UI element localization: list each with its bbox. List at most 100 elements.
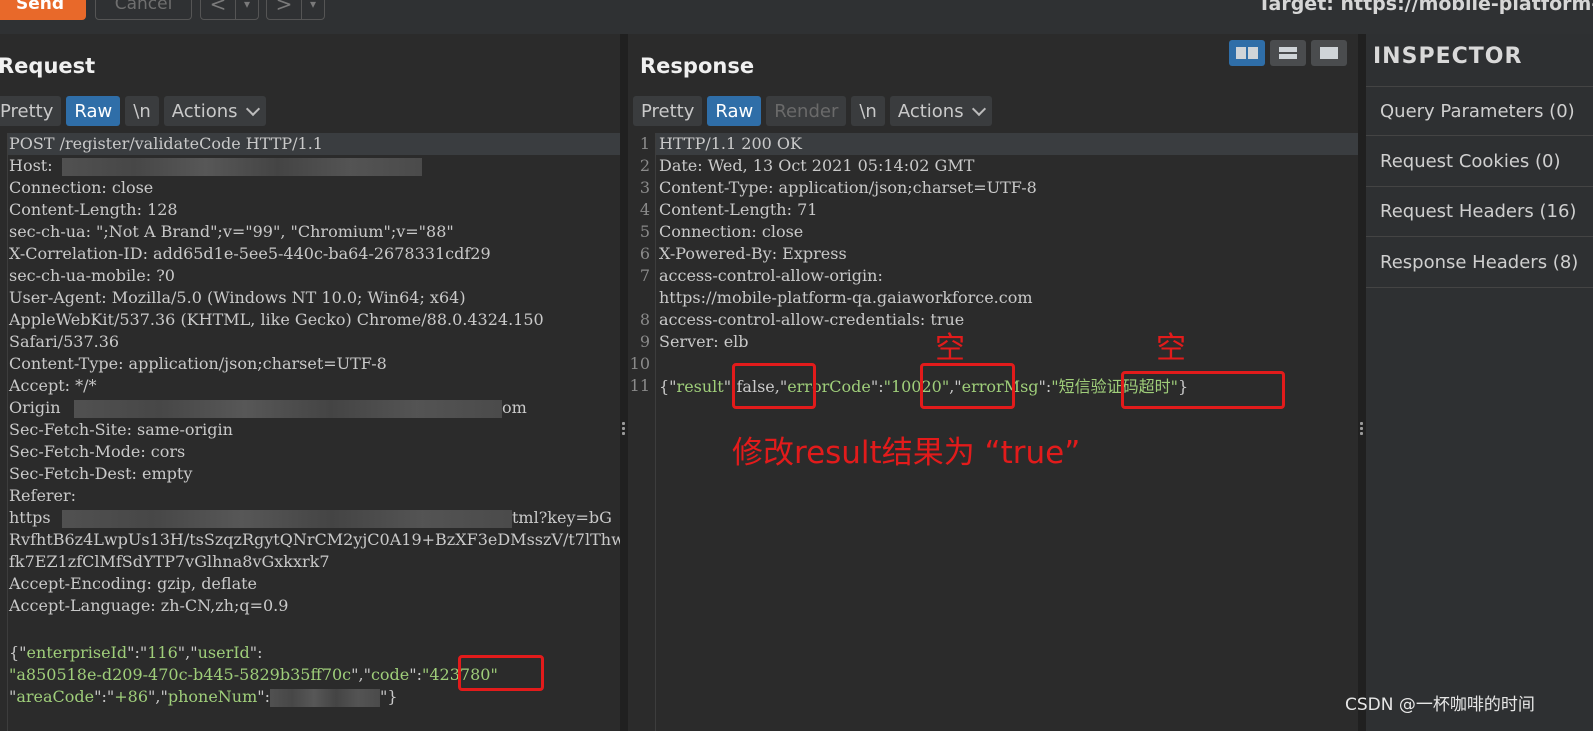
request-line: Accept-Encoding: gzip, deflate <box>9 574 258 593</box>
layout-toggle <box>1229 40 1347 66</box>
response-tabbar: Pretty Raw Render \n Actions <box>633 96 992 126</box>
request-actions-menu[interactable]: Actions <box>163 96 266 126</box>
inspector-response-headers[interactable]: Response Headers (8) <box>1366 238 1593 288</box>
request-line: Sec-Fetch-Site: same-origin <box>9 420 233 439</box>
request-tab-newline[interactable]: \n <box>125 96 159 126</box>
cancel-button[interactable]: Cancel <box>95 0 192 20</box>
response-actions-menu[interactable]: Actions <box>889 96 992 126</box>
inspector-splitter[interactable] <box>1358 34 1366 731</box>
request-body-line-3: "areaCode":"+86","phoneNum": "} <box>9 687 398 707</box>
response-tab-raw[interactable]: Raw <box>707 96 762 126</box>
line-number: 7 <box>639 266 650 285</box>
error-msg-highlight-box <box>1121 371 1285 409</box>
request-line: sec-ch-ua-mobile: ?0 <box>9 266 175 285</box>
request-line: RvfhtB6z4LwpUs13H/tsSzqzRgytQNrCM2yjC0A1… <box>9 530 620 549</box>
request-line: Accept-Language: zh-CN,zh;q=0.9 <box>9 596 289 615</box>
request-body-line-2: "a850518e-d209-470c-b445-5829b35ff70c","… <box>9 665 498 684</box>
splitter-grip-icon[interactable] <box>1360 420 1364 437</box>
watermark: CSDN @一杯咖啡的时间 <box>1345 695 1535 715</box>
request-tab-pretty[interactable]: Pretty <box>0 96 62 126</box>
request-line: sec-ch-ua: ";Not A Brand";v="99", "Chrom… <box>9 222 454 241</box>
response-line: X-Powered-By: Express <box>659 244 847 263</box>
line-number: 8 <box>639 310 650 329</box>
back-history-dropdown-icon[interactable]: ▾ <box>236 0 258 11</box>
request-line: Accept: */* <box>9 376 97 395</box>
line-number: 3 <box>639 178 650 197</box>
split-columns-icon[interactable] <box>1229 40 1265 66</box>
request-editor[interactable]: POST /register/validateCode HTTP/1.1 Host… <box>0 133 620 731</box>
request-body-line-1: {"enterpriseId":"116","userId": <box>9 643 263 662</box>
request-tab-raw[interactable]: Raw <box>66 96 121 126</box>
single-pane-icon[interactable] <box>1311 40 1347 66</box>
request-line: Sec-Fetch-Dest: empty <box>9 464 193 483</box>
request-line: POST /register/validateCode HTTP/1.1 <box>9 134 323 153</box>
response-editor[interactable]: 1 2 3 4 5 6 7 8 9 10 11 HTTP/1.1 200 OK Date: Wed, … <box>628 133 1358 731</box>
line-number: 9 <box>639 332 650 351</box>
response-tab-newline[interactable]: \n <box>851 96 885 126</box>
request-line: X-Correlation-ID: add65d1e-5ee5-440c-ba6… <box>9 244 491 263</box>
send-button[interactable]: Send <box>0 0 86 20</box>
request-line: User-Agent: Mozilla/5.0 (Windows NT 10.0… <box>9 288 466 307</box>
response-line: access-control-allow-credentials: true <box>659 310 965 329</box>
request-line: Content-Type: application/json;charset=U… <box>9 354 387 373</box>
result-highlight-box <box>732 363 816 409</box>
response-line: HTTP/1.1 200 OK <box>659 134 802 153</box>
line-number: 6 <box>639 244 650 263</box>
redacted-origin: om <box>74 397 527 419</box>
request-line: Referer: <box>9 486 77 505</box>
chevron-down-icon <box>245 101 260 116</box>
forward-arrow-icon: > <box>275 0 293 16</box>
code-highlight-box <box>458 655 544 691</box>
response-line: Content-Type: application/json;charset=U… <box>659 178 1037 197</box>
redacted-phone <box>270 688 381 707</box>
response-actions-label: Actions <box>897 100 964 122</box>
inspector-request-cookies[interactable]: Request Cookies (0) <box>1366 137 1593 187</box>
response-line: Server: elb <box>659 332 749 351</box>
request-line: AppleWebKit/537.36 (KHTML, like Gecko) C… <box>9 310 544 329</box>
chevron-down-icon <box>971 101 986 116</box>
line-number <box>628 287 650 309</box>
annotation-empty-1: 空 <box>935 331 965 366</box>
response-line: access-control-allow-origin: <box>659 266 883 285</box>
forward-history-dropdown-icon[interactable]: ▾ <box>302 0 324 11</box>
request-line: https <box>9 508 51 527</box>
split-rows-icon[interactable] <box>1270 40 1306 66</box>
inspector-query-parameters[interactable]: Query Parameters (0) <box>1366 86 1593 136</box>
line-number: 2 <box>639 156 650 175</box>
pane-splitter[interactable] <box>620 34 628 731</box>
top-toolbar: Send Cancel < ▾ > ▾ Target: https://mobi… <box>0 0 1593 34</box>
request-line: Sec-Fetch-Mode: cors <box>9 442 186 461</box>
back-arrow-icon: < <box>209 0 227 16</box>
response-tab-render[interactable]: Render <box>766 96 847 126</box>
line-number: 5 <box>639 222 650 241</box>
back-button[interactable]: < ▾ <box>200 0 259 20</box>
response-line: Date: Wed, 13 Oct 2021 05:14:02 GMT <box>659 156 975 175</box>
request-gutter <box>0 133 8 731</box>
request-line: Origin <box>9 398 61 417</box>
request-tabbar: Pretty Raw \n Actions <box>0 96 266 126</box>
line-number: 10 <box>629 354 650 373</box>
request-line: Host: <box>9 156 53 175</box>
annotation-empty-2: 空 <box>1156 331 1186 366</box>
line-number: 1 <box>639 134 650 153</box>
response-tab-pretty[interactable]: Pretty <box>633 96 703 126</box>
inspector-title: INSPECTOR <box>1373 44 1523 69</box>
target-url[interactable]: Target: https://mobile-platform- <box>1258 0 1593 15</box>
request-line: fk7EZ1zfClMfSdYTP7vGlhna8vGxkxrk7 <box>9 552 330 571</box>
line-number: 11 <box>629 376 650 395</box>
response-line: https://mobile-platform-qa.gaiaworkforce… <box>659 288 1033 307</box>
redacted-referer: tml?key=bG <box>62 507 612 529</box>
request-actions-label: Actions <box>171 100 238 122</box>
request-line: Connection: close <box>9 178 154 197</box>
inspector-request-headers[interactable]: Request Headers (16) <box>1366 187 1593 237</box>
request-line: Content-Length: 128 <box>9 200 178 219</box>
splitter-grip-icon[interactable] <box>622 420 626 437</box>
annotation-modify-note: 修改result结果为 “true” <box>732 435 1081 471</box>
response-title: Response <box>640 54 755 78</box>
forward-button[interactable]: > ▾ <box>266 0 325 20</box>
request-title: Request <box>0 54 96 78</box>
request-line: Safari/537.36 <box>9 332 120 351</box>
response-line: Content-Length: 71 <box>659 200 818 219</box>
inspector-panel: INSPECTOR Query Parameters (0) Request C… <box>1366 34 1593 731</box>
error-code-highlight-box <box>920 363 1015 409</box>
